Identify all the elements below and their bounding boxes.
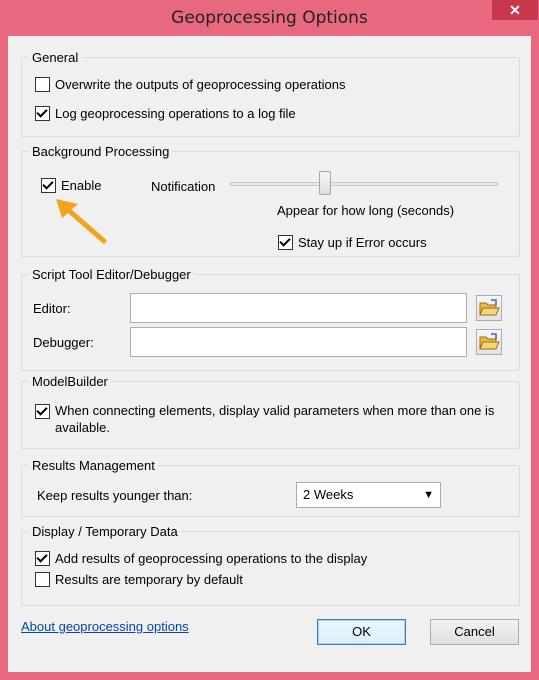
temporary-checkbox[interactable] [35,572,50,587]
valid-params-label-line2: available. [55,420,110,435]
valid-params-label-line1: When connecting elements, display valid … [55,403,495,418]
general-group-title: General [29,50,82,65]
add-results-label: Add results of geoprocessing operations … [55,551,368,566]
enable-option[interactable]: Enable [41,178,101,193]
stay-up-checkbox[interactable] [278,235,293,250]
keep-results-value: 2 Weeks [303,487,354,502]
valid-params-text: When connecting elements, display valid … [55,402,494,436]
overwrite-label: Overwrite the outputs of geoprocessing o… [55,77,346,92]
open-folder-icon [479,333,500,350]
editor-label: Editor: [33,301,71,316]
annotation-arrow-icon [56,199,107,244]
stay-up-option[interactable]: Stay up if Error occurs [278,235,427,250]
valid-params-option[interactable]: When connecting elements, display valid … [35,402,494,436]
about-link[interactable]: About geoprocessing options [21,619,189,634]
keep-results-select[interactable]: 2 Weeks ▼ [296,482,441,508]
log-label: Log geoprocessing operations to a log fi… [55,106,296,121]
notification-label: Notification [151,179,216,194]
display-group-title: Display / Temporary Data [29,524,181,539]
valid-params-checkbox[interactable] [35,404,50,419]
slider-caption: Appear for how long (seconds) [277,203,455,218]
cancel-button[interactable]: Cancel [430,619,519,645]
keep-results-label: Keep results younger than: [37,488,193,503]
dialog-body: General Overwrite the outputs of geoproc… [8,36,531,672]
script-tool-group-title: Script Tool Editor/Debugger [29,267,194,282]
window-title: Geoprocessing Options [171,8,368,28]
modelbuilder-group-title: ModelBuilder [29,374,111,389]
notification-slider-thumb[interactable] [319,171,331,195]
notification-slider-track[interactable] [230,182,498,186]
editor-browse-button[interactable] [476,295,502,321]
add-results-option[interactable]: Add results of geoprocessing operations … [35,551,367,566]
title-bar: Geoprocessing Options ✕ [0,0,539,36]
temporary-option[interactable]: Results are temporary by default [35,572,243,587]
log-option[interactable]: Log geoprocessing operations to a log fi… [35,106,296,121]
open-folder-icon [479,299,500,316]
ok-button[interactable]: OK [317,619,406,645]
stay-up-label: Stay up if Error occurs [298,235,427,250]
enable-checkbox[interactable] [41,178,56,193]
results-group-title: Results Management [29,458,158,473]
debugger-browse-button[interactable] [476,329,502,355]
debugger-input[interactable] [130,327,467,357]
temporary-label: Results are temporary by default [55,572,243,587]
overwrite-checkbox[interactable] [35,77,50,92]
overwrite-option[interactable]: Overwrite the outputs of geoprocessing o… [35,77,346,92]
close-button[interactable]: ✕ [492,0,538,20]
add-results-checkbox[interactable] [35,551,50,566]
editor-input[interactable] [130,293,467,323]
log-checkbox[interactable] [35,106,50,121]
display-group [21,531,520,606]
enable-label: Enable [61,178,102,193]
debugger-label: Debugger: [33,335,94,350]
chevron-down-icon: ▼ [423,489,434,501]
background-group-title: Background Processing [29,144,173,159]
general-group [21,57,520,137]
